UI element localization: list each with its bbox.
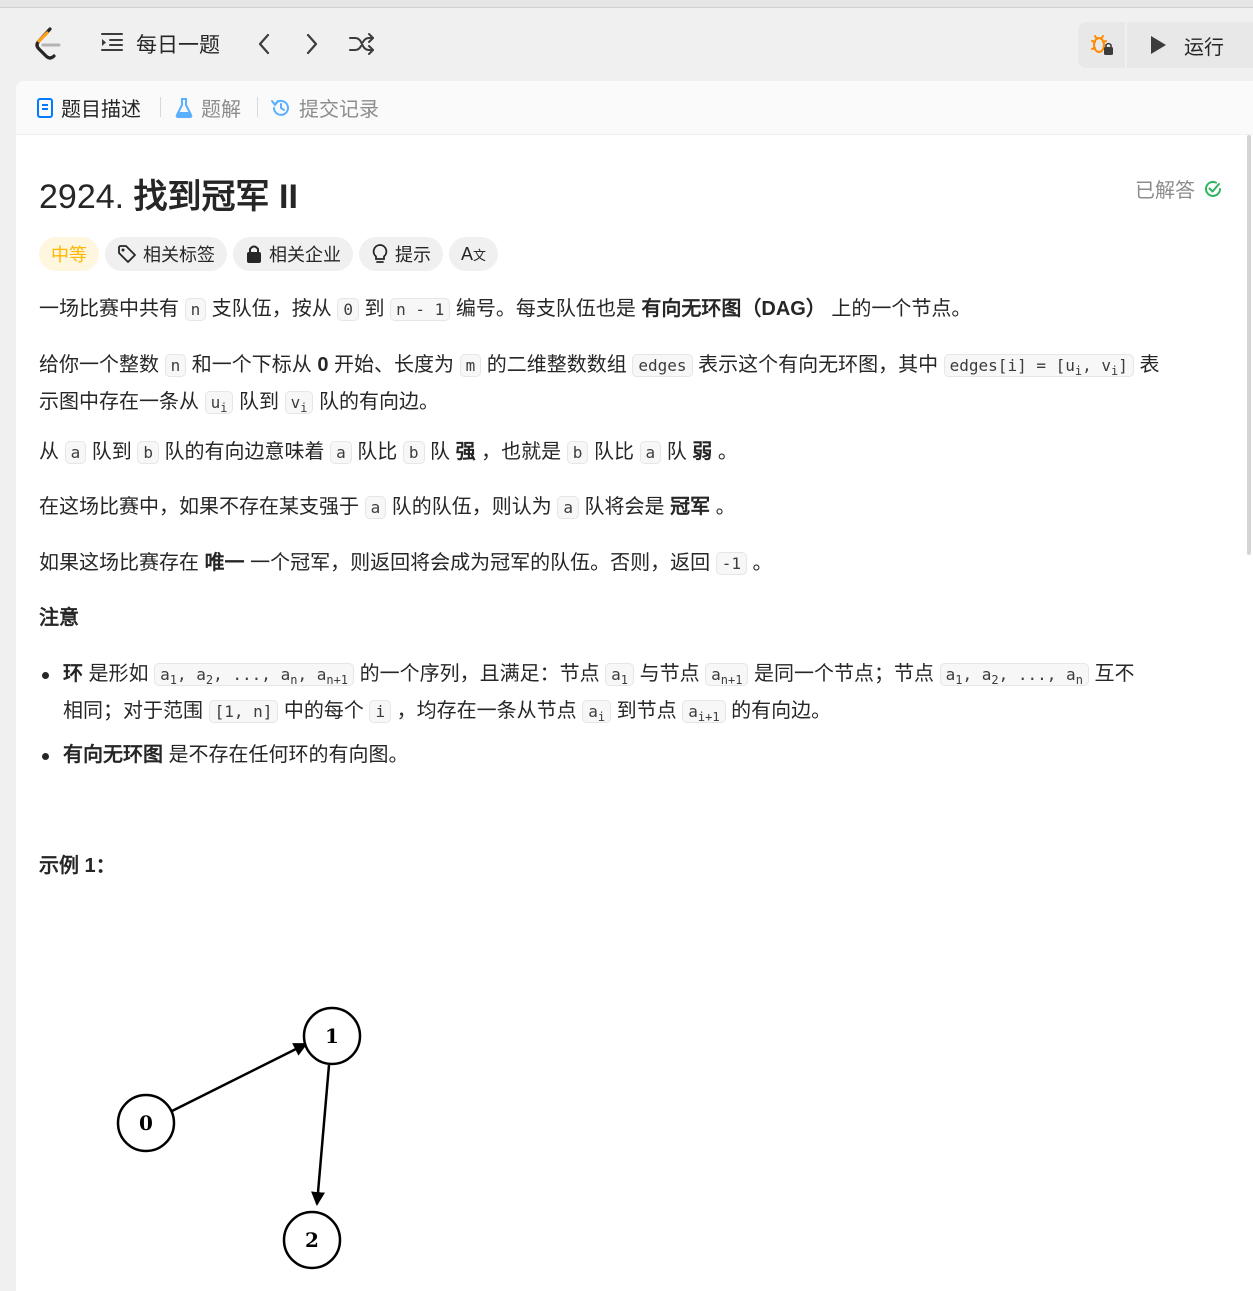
note-bullet-cycle: 环 是形如 a1, a2, ..., an, an+1 的一个序列，且满足：节点… (39, 659, 1229, 733)
description-paragraph-2: 给你一个整数 n 和一个下标从 0 开始、长度为 m 的二维整数数组 edges… (39, 354, 1160, 416)
graph-edge-0-1 (171, 1042, 308, 1113)
graph-edge-1-2 (311, 1064, 331, 1206)
panel-tabs: 题目描述 题解 提交记录 (16, 81, 1253, 135)
bullet-dot (42, 753, 49, 760)
lock-icon (247, 245, 261, 263)
tab-submissions-label: 提交记录 (299, 99, 379, 121)
related-tags-label: 相关标签 (143, 245, 215, 265)
tab-solutions-label: 题解 (201, 99, 241, 121)
problem-number: 2924. (39, 178, 125, 216)
prev-problem-button[interactable] (250, 26, 278, 62)
example-heading: 示例 1： (39, 855, 116, 877)
tab-description-label: 题目描述 (61, 99, 141, 121)
debug-bug-lock-icon (1090, 35, 1113, 55)
next-problem-button[interactable] (298, 26, 326, 62)
related-companies-button[interactable]: 相关企业 (233, 237, 353, 271)
bullet-text: 有向无环图 是不存在任何环的有向图。 (63, 744, 409, 766)
tag-icon (118, 245, 136, 263)
difficulty-label: 中等 (51, 245, 87, 265)
problem-title[interactable]: 2924. 找到冠军 II (39, 169, 298, 218)
description-paragraph-1: 一场比赛中共有 n 支队伍，按从 0 到 n - 1 编号。每支队伍也是 有向无… (39, 298, 972, 321)
flask-icon (175, 97, 193, 118)
tab-description[interactable]: 题目描述 (36, 81, 141, 134)
check-circle-icon (1205, 180, 1221, 197)
document-icon (37, 97, 53, 118)
run-controls: 运行 (1078, 22, 1253, 68)
random-problem-button[interactable] (346, 26, 378, 62)
graph-node-1-label: 1 (325, 1024, 339, 1048)
translate-icon: A文 (461, 243, 487, 264)
translate-button[interactable]: A文 (449, 237, 499, 271)
content-scrollbar[interactable] (1247, 135, 1251, 555)
graph-node-2-label: 2 (305, 1228, 319, 1252)
tab-solutions[interactable]: 题解 (174, 81, 241, 134)
tab-divider (160, 97, 161, 117)
note-heading: 注意 (39, 607, 79, 629)
problem-list-button[interactable]: 每日一题 (100, 26, 220, 62)
run-label: 运行 (1184, 36, 1224, 59)
problem-name: 找到冠军 II (133, 178, 298, 216)
problem-panel: 题目描述 题解 提交记录 2924. 找到冠军 II 已解答 中等 相关标签 相… (16, 81, 1253, 1291)
top-navbar: 每日一题 运行 (0, 8, 1253, 80)
related-tags-button[interactable]: 相关标签 (105, 237, 227, 271)
history-icon (271, 99, 289, 116)
tab-submissions[interactable]: 提交记录 (270, 81, 379, 134)
example-graph-image: 0 1 2 (116, 1006, 362, 1270)
bullet-dot (42, 672, 49, 679)
hint-label: 提示 (395, 245, 431, 265)
problem-tags: 中等 相关标签 相关企业 提示 A文 (39, 237, 499, 271)
problem-list-label: 每日一题 (136, 34, 220, 57)
chevron-right-icon (306, 33, 318, 55)
related-companies-label: 相关企业 (269, 245, 341, 265)
lightbulb-icon (372, 244, 388, 263)
solved-status: 已解答 (1135, 174, 1223, 203)
list-indent-icon (100, 31, 124, 58)
shuffle-icon (349, 33, 374, 55)
run-button[interactable]: 运行 (1128, 22, 1253, 68)
solved-label: 已解答 (1135, 180, 1195, 202)
tab-divider (257, 97, 258, 117)
leetcode-logo-icon[interactable] (28, 24, 68, 64)
chevron-left-icon (258, 33, 270, 55)
difficulty-badge: 中等 (39, 237, 99, 271)
hint-button[interactable]: 提示 (359, 237, 443, 271)
debug-button[interactable] (1078, 22, 1127, 68)
description-paragraph-4: 在这场比赛中，如果不存在某支强于 a 队的队伍，则认为 a 队将会是 冠军 。 (39, 496, 736, 519)
graph-node-0-label: 0 (139, 1111, 153, 1135)
description-paragraph-5: 如果这场比赛存在 唯一 一个冠军，则返回将会成为冠军的队伍。否则，返回 -1 。 (39, 552, 773, 575)
bullet-text: 环 是形如 a1, a2, ..., an, an+1 的一个序列，且满足：节点… (63, 663, 1135, 725)
play-icon (1151, 36, 1166, 54)
note-bullet-dag: 有向无环图 是不存在任何环的有向图。 (39, 740, 1229, 771)
window-top-border (0, 0, 1253, 8)
description-paragraph-3: 从 a 队到 b 队的有向边意味着 a 队比 b 队 强 ，也就是 b 队比 a… (39, 441, 738, 464)
